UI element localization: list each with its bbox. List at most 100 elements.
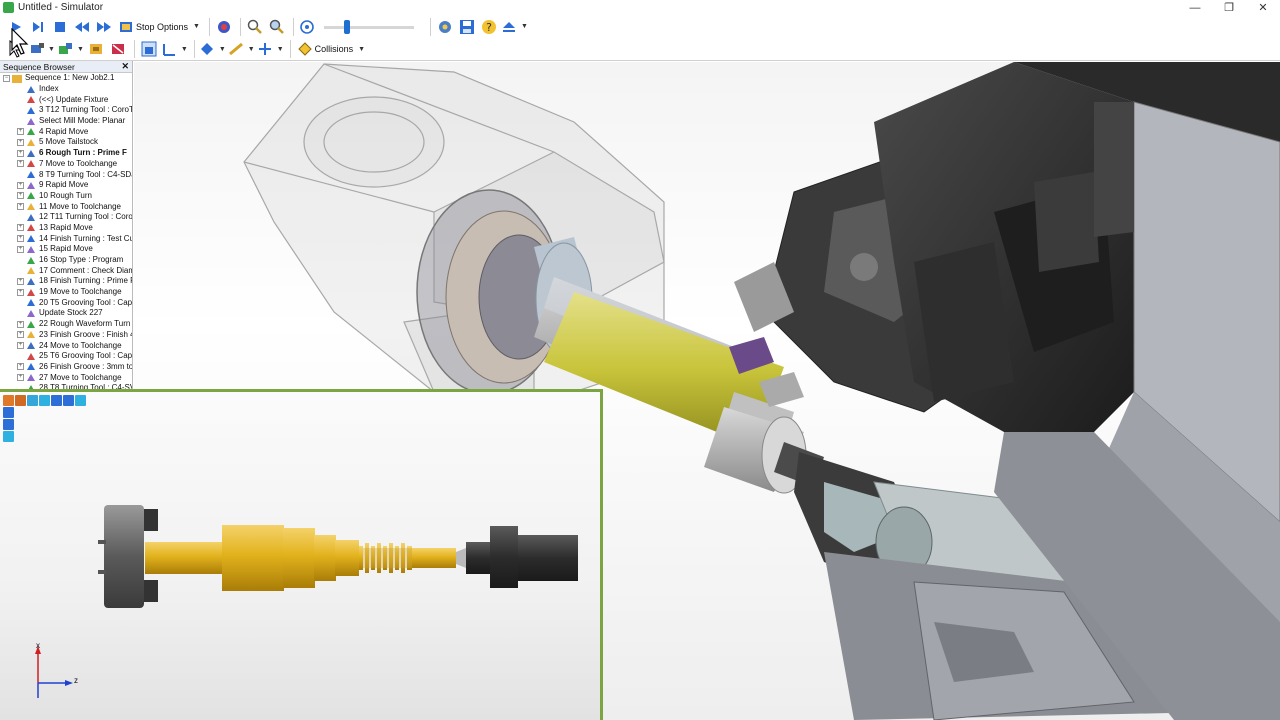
expand-icon[interactable]: + [17,224,24,232]
tree-item[interactable]: 8 T9 Turning Tool : C4-SDJ [0,169,132,180]
tree-item-label: Index [39,84,59,94]
expand-icon[interactable]: + [17,128,24,136]
operation-icon [26,373,36,382]
expand-icon[interactable]: + [17,138,24,146]
expand-icon[interactable]: + [17,342,24,350]
tree-item[interactable]: 3 T12 Turning Tool : CoroTu [0,105,132,116]
tree-item[interactable]: 16 Stop Type : Program [0,255,132,266]
tree-item[interactable]: +4 Rapid Move [0,126,132,137]
operation-icon [26,277,36,286]
tree-item[interactable]: +5 Move Tailstock [0,137,132,148]
view-front-icon[interactable] [139,39,159,59]
tree-item[interactable]: +13 Rapid Move [0,223,132,234]
inset-2d-view[interactable]: x z [0,389,603,720]
expand-icon[interactable]: + [17,235,24,243]
expand-icon[interactable]: + [17,374,24,382]
restore-button[interactable]: ❐ [1212,0,1246,15]
tree-item[interactable]: (<<) Update Fixture [0,94,132,105]
tree-item[interactable]: +23 Finish Groove : Finish 4 g [0,330,132,341]
tree-item-label: 12 T11 Turning Tool : Coro [39,212,132,222]
tree-item-label: 9 Rapid Move [39,180,89,190]
tree-item-label: 25 T6 Grooving Tool : Capto [39,351,132,361]
tree-item-label: 22 Rough Waveform Turn : [39,319,132,329]
tree-item[interactable]: +11 Move to Toolchange [0,201,132,212]
expand-icon[interactable]: + [17,331,24,339]
sequence-browser-title: Sequence Browser [3,61,75,72]
view-orient-icon[interactable]: ▼ [199,39,226,59]
operation-icon [26,256,36,265]
minimize-button[interactable]: — [1178,0,1212,15]
operation-icon [26,117,36,126]
machine-move-icon[interactable]: ▼ [28,39,55,59]
expand-icon[interactable]: + [17,181,24,189]
tree-item[interactable]: +9 Rapid Move [0,180,132,191]
tree-item[interactable]: +15 Rapid Move [0,244,132,255]
collisions-dropdown[interactable]: Collisions ▼ [295,39,368,59]
rewind-button[interactable] [72,17,92,37]
tree-item[interactable]: +24 Move to Toolchange [0,340,132,351]
tree-item[interactable]: +14 Finish Turning : Test Cut [0,233,132,244]
section-icon[interactable]: ▼ [257,39,284,59]
tree-item[interactable]: Update Stock 227 [0,308,132,319]
expand-icon[interactable]: + [17,203,24,211]
tree-item[interactable]: 20 T5 Grooving Tool : Capto [0,297,132,308]
help-icon[interactable]: ? [479,17,499,37]
slider-thumb[interactable] [343,19,350,34]
tree-item[interactable]: 25 T6 Grooving Tool : Capto [0,351,132,362]
collapse-icon[interactable]: − [3,74,10,82]
tree-item[interactable]: +26 Finish Groove : 3mm tool [0,362,132,373]
close-button[interactable]: ✕ [1246,0,1280,15]
tool-path-icon[interactable]: ▼ [57,39,84,59]
measure-icon[interactable]: ▼ [228,39,255,59]
tree-item-label: Select Mill Mode: Planar [39,116,126,126]
fixture-icon[interactable] [86,39,106,59]
tree-item[interactable]: 17 Comment : Check Diame [0,265,132,276]
speed-slider[interactable] [323,18,414,36]
window-controls: — ❐ ✕ [1178,0,1280,15]
settings-gear-icon[interactable] [435,17,455,37]
expand-icon[interactable]: + [17,363,24,371]
expand-icon[interactable]: + [17,288,24,296]
record-button[interactable] [214,17,234,37]
tree-item[interactable]: +7 Move to Toolchange [0,159,132,170]
zoom-icon[interactable] [245,17,265,37]
tree-item-label: 23 Finish Groove : Finish 4 g [39,329,132,339]
tree-item[interactable]: +10 Rough Turn [0,191,132,202]
tree-item[interactable]: +22 Rough Waveform Turn : [0,319,132,330]
tree-item-label: 17 Comment : Check Diame [39,265,132,275]
rotate-view-icon[interactable] [298,17,318,37]
tree-item-label: 15 Rapid Move [39,244,93,254]
app-icon [3,2,14,13]
tree-item[interactable]: Index [0,84,132,95]
zoom-fit-icon[interactable] [267,17,287,37]
expand-icon[interactable]: + [17,277,24,285]
stop-options-dropdown[interactable]: Stop Options ▼ [116,17,203,37]
tree-item[interactable]: 12 T11 Turning Tool : Coro [0,212,132,223]
expand-icon[interactable]: + [17,192,24,200]
view-toolbar: ▼ ▼ ▼ ▼ ▼ ▼ Collisions ▼ [0,38,1280,61]
fast-forward-button[interactable] [94,17,114,37]
operation-icon [26,309,36,318]
eject-icon[interactable]: ▼ [501,17,528,37]
tree-item-label: 27 Move to Toolchange [39,372,122,382]
tree-item-label: 8 T9 Turning Tool : C4-SDJ [39,169,132,179]
view-axes-icon[interactable]: ▼ [161,39,188,59]
tree-item[interactable]: +27 Move to Toolchange [0,372,132,383]
playback-toolbar: Stop Options ▼ ? ▼ [0,15,1280,38]
close-icon[interactable]: ✕ [121,61,129,72]
tree-item[interactable]: +18 Finish Turning : Prime Fin [0,276,132,287]
part-profile [35,505,578,698]
expand-icon[interactable]: + [17,245,24,253]
stock-icon[interactable] [108,39,128,59]
expand-icon[interactable]: + [17,160,24,168]
tree-item[interactable]: +19 Move to Toolchange [0,287,132,298]
operation-icon [26,85,36,94]
expand-icon[interactable]: + [17,320,24,328]
stop-button[interactable] [50,17,70,37]
tree-root[interactable]: − Sequence 1: New Job2.1 [0,73,132,84]
save-icon[interactable] [457,17,477,37]
tree-item[interactable]: +6 Rough Turn : Prime F [0,148,132,159]
operation-icon [26,245,36,254]
expand-icon[interactable]: + [17,149,24,157]
tree-item[interactable]: Select Mill Mode: Planar [0,116,132,127]
